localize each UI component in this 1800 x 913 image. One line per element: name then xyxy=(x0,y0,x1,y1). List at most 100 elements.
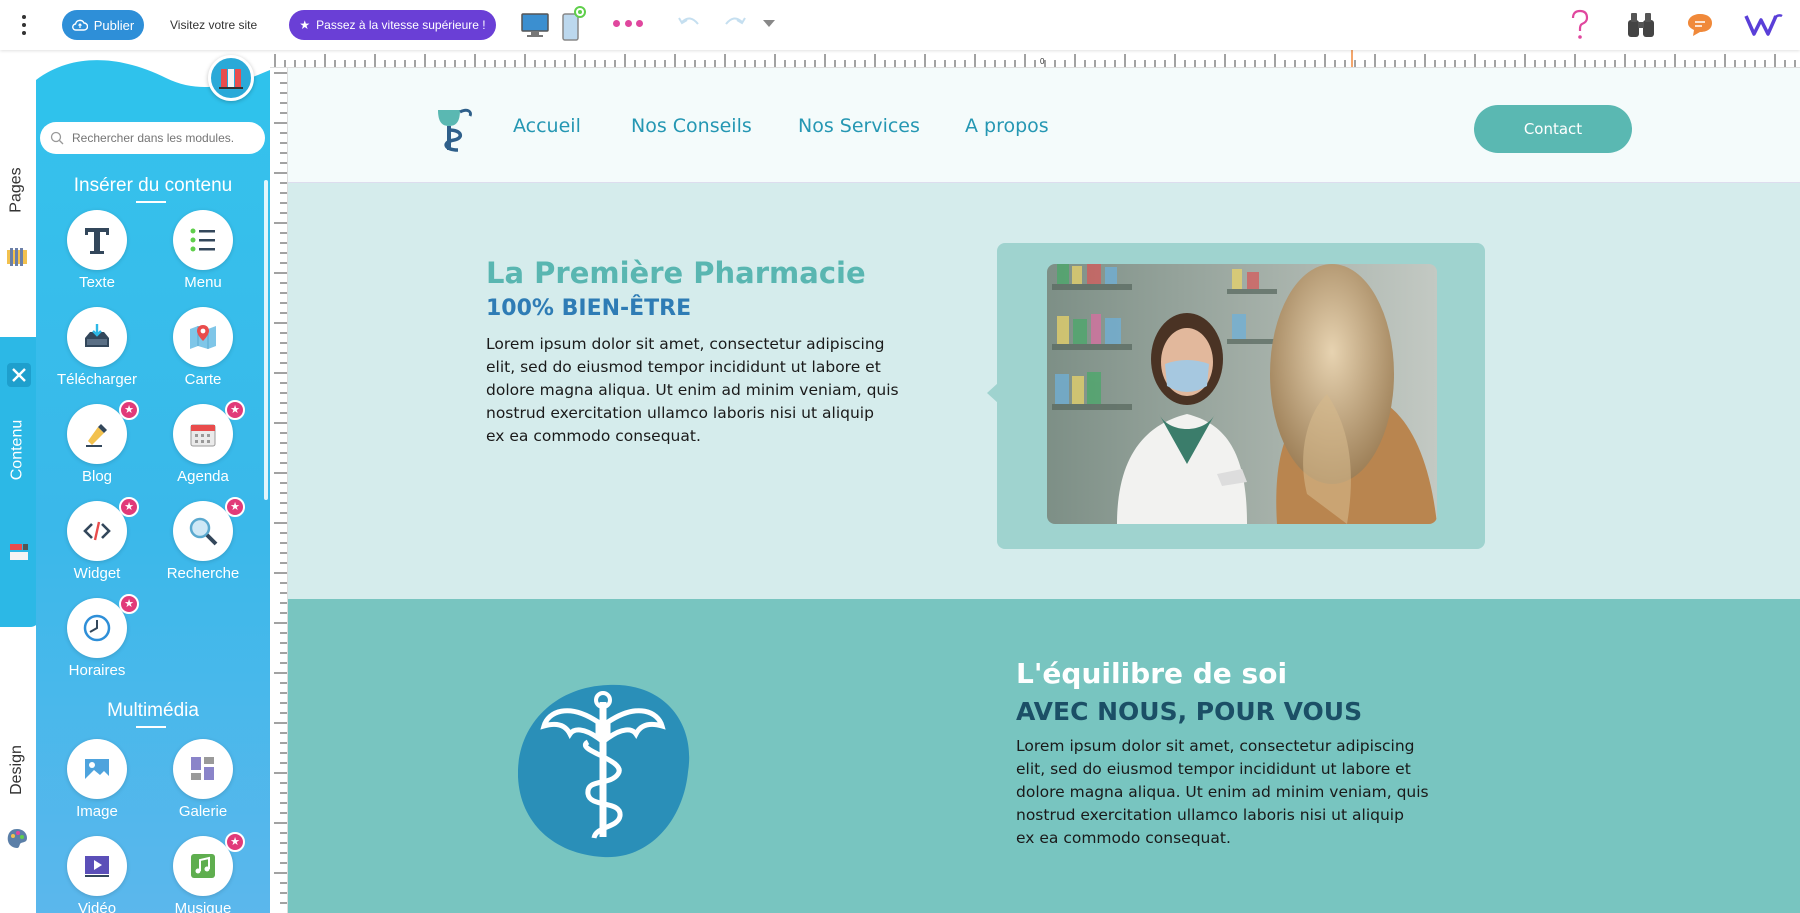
pen-icon xyxy=(86,424,107,447)
clock-icon xyxy=(83,614,111,642)
tab-contenu[interactable]: Contenu xyxy=(3,390,31,510)
module-music[interactable]: ★ Musique xyxy=(153,832,253,913)
premium-star-icon: ★ xyxy=(119,497,139,517)
desktop-icon[interactable] xyxy=(520,12,550,40)
editor-canvas: Accueil Nos Conseils Nos Services A prop… xyxy=(288,68,1800,913)
contact-button[interactable]: Contact xyxy=(1474,105,1632,153)
menu-list-icon xyxy=(190,228,215,252)
magnifier-icon xyxy=(189,517,218,546)
publish-button[interactable]: Publier xyxy=(62,10,144,40)
body-line: ex ea commodo consequat. xyxy=(1016,829,1231,847)
module-image[interactable]: Image xyxy=(47,739,147,834)
module-widget[interactable]: ★ Widget xyxy=(47,497,147,596)
binoculars-icon[interactable] xyxy=(1626,10,1656,40)
section2-body: Lorem ipsum dolor sit amet, consectetur … xyxy=(1016,735,1429,850)
module-label: Texte xyxy=(79,274,115,291)
tab-design-label: Design xyxy=(8,745,25,795)
tab-design[interactable]: Design xyxy=(3,730,31,810)
ruler-ticks xyxy=(274,72,287,904)
pages-icon[interactable] xyxy=(5,246,29,270)
chat-icon[interactable] xyxy=(1686,12,1714,38)
library-avatar[interactable] xyxy=(208,55,254,101)
module-agenda[interactable]: ★ Agenda xyxy=(153,400,253,499)
section2-subtitle: AVEC NOUS, POUR VOUS xyxy=(1016,697,1363,726)
pharmacy-logo-icon[interactable] xyxy=(432,100,478,154)
section-media-title: Multimédia xyxy=(107,700,199,721)
body-line: nostrud exercitation ullamco laboris nis… xyxy=(1016,806,1404,824)
caduceus-icon xyxy=(518,684,690,858)
section1-title: La Première Pharmacie xyxy=(486,256,866,290)
undo-icon[interactable] xyxy=(676,14,702,34)
menu-icon[interactable] xyxy=(18,13,30,37)
tab-pages[interactable]: Pages xyxy=(3,150,31,230)
text-icon xyxy=(85,228,109,254)
body-line: elit, sed do eiusmod tempor incididunt u… xyxy=(486,358,881,376)
ruler-ticks xyxy=(274,50,1796,67)
premium-star-icon: ★ xyxy=(119,400,139,420)
module-label: Télécharger xyxy=(56,371,138,388)
publish-label: Publier xyxy=(93,17,135,33)
about-section: L'équilibre de soi AVEC NOUS, POUR VOUS … xyxy=(288,599,1800,913)
content-blocks-icon xyxy=(10,544,28,560)
top-toolbar: Publier Visitez votre site ★ Passez à la… xyxy=(0,0,1800,50)
horizontal-ruler: 0 xyxy=(270,50,1800,68)
module-label: Recherche xyxy=(166,565,240,582)
section2-title: L'équilibre de soi xyxy=(1016,657,1288,690)
premium-star-icon: ★ xyxy=(225,400,245,420)
nav-link-apropos[interactable]: A propos xyxy=(965,115,1049,137)
body-line: Lorem ipsum dolor sit amet, consectetur … xyxy=(1016,737,1415,755)
pharmacy-photo[interactable] xyxy=(1047,264,1437,524)
nav-link-conseils[interactable]: Nos Conseils xyxy=(631,115,752,137)
calendar-icon xyxy=(190,424,216,447)
premium-star-icon: ★ xyxy=(225,832,245,852)
module-search[interactable]: ★ Recherche xyxy=(153,497,253,596)
module-video[interactable]: Vidéo xyxy=(47,836,147,913)
module-label: Widget xyxy=(73,565,121,582)
nav-link-accueil[interactable]: Accueil xyxy=(513,115,581,137)
module-label: Galerie xyxy=(178,803,228,820)
section1-subtitle: 100% BIEN-ÊTRE xyxy=(486,296,692,321)
module-label: Image xyxy=(76,803,118,820)
body-line: nostrud exercitation ullamco laboris nis… xyxy=(486,404,874,422)
module-text[interactable]: Texte xyxy=(47,210,147,305)
module-label: Horaires xyxy=(68,662,126,679)
search-icon xyxy=(50,131,64,145)
premium-star-icon: ★ xyxy=(119,594,139,614)
hero-section: La Première Pharmacie 100% BIEN-ÊTRE Lor… xyxy=(288,183,1800,599)
help-icon[interactable] xyxy=(1568,8,1592,42)
image-frame-pointer xyxy=(987,383,998,403)
module-menu[interactable]: Menu xyxy=(153,210,253,305)
body-line: elit, sed do eiusmod tempor incididunt u… xyxy=(1016,760,1411,778)
module-blog[interactable]: ★ Blog xyxy=(47,400,147,499)
star-icon: ★ xyxy=(299,18,311,32)
upgrade-button[interactable]: ★ Passez à la vitesse supérieure ! xyxy=(289,10,496,40)
redo-icon[interactable] xyxy=(722,14,748,34)
module-map[interactable]: Carte xyxy=(153,307,253,402)
module-hours[interactable]: ★ Horaires xyxy=(47,594,147,693)
module-label: Agenda xyxy=(177,468,229,485)
visit-site-link[interactable]: Visitez votre site xyxy=(170,10,257,40)
module-label: Blog xyxy=(81,468,113,485)
mobile-icon[interactable] xyxy=(560,6,586,42)
logo-icon[interactable] xyxy=(1744,12,1784,38)
vertical-ruler xyxy=(270,68,288,913)
module-search-input[interactable] xyxy=(70,130,250,146)
upgrade-label: Passez à la vitesse supérieure ! xyxy=(316,18,486,32)
module-download[interactable]: Télécharger xyxy=(47,307,147,402)
close-panel-icon[interactable] xyxy=(7,363,31,387)
module-gallery[interactable]: Galerie xyxy=(153,739,253,834)
music-icon xyxy=(191,854,215,878)
module-label: Menu xyxy=(184,274,222,291)
caret-down-icon[interactable] xyxy=(762,18,776,28)
section-underline xyxy=(136,201,166,203)
section-insert-title: Insérer du contenu xyxy=(73,175,233,196)
more-icon[interactable] xyxy=(613,20,643,28)
section-underline xyxy=(136,726,166,728)
tab-contenu-label: Contenu xyxy=(8,419,25,481)
body-line: dolore magna aliqua. Ut enim ad minim ve… xyxy=(1016,783,1429,801)
nav-link-services[interactable]: Nos Services xyxy=(798,115,920,137)
module-search[interactable] xyxy=(40,122,265,154)
panel-scrollbar[interactable] xyxy=(264,180,268,500)
palette-icon[interactable] xyxy=(5,827,29,851)
module-label: Vidéo xyxy=(77,900,117,913)
